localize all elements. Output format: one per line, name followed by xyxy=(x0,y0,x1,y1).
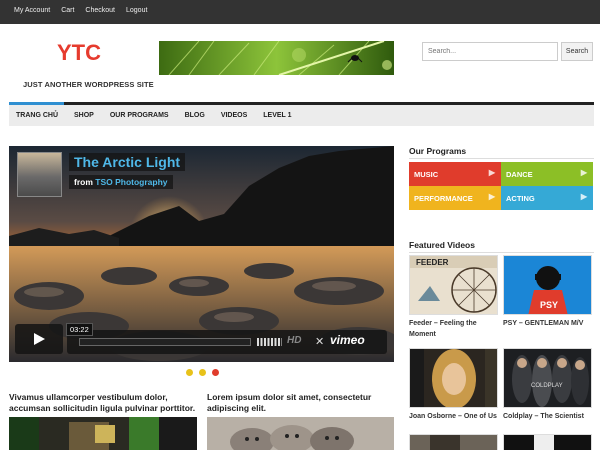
slider-dot[interactable] xyxy=(199,369,206,376)
featured-videos-heading: Featured Videos xyxy=(409,240,475,250)
video-thumbnail-coldplay[interactable]: COLDPLAY xyxy=(503,348,592,408)
video-caption[interactable]: PSY – GENTLEMAN M/V xyxy=(503,318,598,329)
chevron-right-icon: ▶ xyxy=(488,168,495,177)
post-image[interactable] xyxy=(9,417,197,450)
video-caption[interactable]: Feeder – Feeling the Moment xyxy=(409,318,504,340)
slider-dot-active[interactable] xyxy=(212,369,219,376)
slider-pagination xyxy=(186,369,219,376)
program-tile-music[interactable]: MUSIC ▶ xyxy=(409,162,501,186)
nav-item-our-programs[interactable]: OUR PROGRAMS xyxy=(102,112,177,119)
program-label: PERFORMANCE xyxy=(414,194,473,203)
video-progress-bar[interactable] xyxy=(79,338,251,346)
psy-thumbnail-text: PSY xyxy=(540,300,558,310)
programs-heading: Our Programs xyxy=(409,146,467,156)
featured-video-player[interactable]: The Arctic Light from TSO Photography 03… xyxy=(9,146,394,362)
search-input[interactable] xyxy=(422,42,558,61)
slider-dot[interactable] xyxy=(186,369,193,376)
video-thumbnail-joan-osborne[interactable] xyxy=(409,348,498,408)
main-navigation: TRANG CHỦ SHOP OUR PROGRAMS BLOG VIDEOS … xyxy=(9,105,594,126)
video-caption[interactable]: Coldplay – The Scientist xyxy=(503,411,598,422)
video-title[interactable]: The Arctic Light xyxy=(69,153,186,171)
header-banner-image[interactable] xyxy=(159,41,394,75)
play-button[interactable] xyxy=(15,324,63,354)
post-title[interactable]: Lorem ipsum dolor sit amet, consectetur … xyxy=(207,392,397,414)
checkout-link[interactable]: Checkout xyxy=(85,7,115,14)
cart-link[interactable]: Cart xyxy=(61,7,74,14)
programs-heading-divider xyxy=(409,158,594,159)
top-bar: My Account Cart Checkout Logout xyxy=(0,0,600,24)
program-tile-acting[interactable]: ACTING ▶ xyxy=(501,186,593,210)
site-tagline: JUST ANOTHER WORDPRESS SITE xyxy=(23,80,154,89)
video-byline: from TSO Photography xyxy=(69,175,173,189)
program-label: DANCE xyxy=(506,170,533,179)
chevron-right-icon: ▶ xyxy=(580,192,587,201)
vimeo-logo[interactable]: vimeo xyxy=(330,333,365,347)
video-thumbnail-feeder[interactable]: FEEDER xyxy=(409,255,498,315)
program-label: MUSIC xyxy=(414,170,439,179)
nav-item-level-1[interactable]: LEVEL 1 xyxy=(255,112,299,119)
post-title[interactable]: Vivamus ullamcorper vestibulum dolor, ac… xyxy=(9,392,199,414)
volume-icon[interactable] xyxy=(257,338,282,346)
video-time: 03:22 xyxy=(66,323,93,336)
video-thumbnail[interactable] xyxy=(503,434,592,450)
nav-item-shop[interactable]: SHOP xyxy=(66,112,102,119)
play-icon xyxy=(34,333,45,345)
nav-item-videos[interactable]: VIDEOS xyxy=(213,112,255,119)
chevron-right-icon: ▶ xyxy=(488,192,495,201)
fullscreen-icon[interactable]: ✕ xyxy=(315,335,324,348)
coldplay-thumbnail-text: COLDPLAY xyxy=(531,383,563,389)
program-tile-dance[interactable]: DANCE ▶ xyxy=(501,162,593,186)
video-author-link[interactable]: TSO Photography xyxy=(95,177,167,187)
hd-toggle[interactable]: HD xyxy=(287,335,301,346)
featured-videos-divider xyxy=(409,252,594,253)
video-byline-prefix: from xyxy=(74,177,93,187)
post-image[interactable] xyxy=(207,417,394,450)
account-links: My Account Cart Checkout Logout xyxy=(14,7,147,14)
video-thumbnail-psy[interactable]: PSY xyxy=(503,255,592,315)
nav-item-home[interactable]: TRANG CHỦ xyxy=(9,112,66,119)
my-account-link[interactable]: My Account xyxy=(14,7,50,14)
feeder-album-title: FEEDER xyxy=(416,258,449,267)
site-logo[interactable]: YTC xyxy=(57,40,101,66)
video-caption[interactable]: Joan Osborne – One of Us xyxy=(409,411,504,422)
search-button[interactable]: Search xyxy=(561,42,593,61)
nav-item-blog[interactable]: BLOG xyxy=(177,112,213,119)
video-thumbnail[interactable] xyxy=(409,434,498,450)
chevron-right-icon: ▶ xyxy=(580,168,587,177)
program-tile-performance[interactable]: PERFORMANCE ▶ xyxy=(409,186,501,210)
video-author-avatar[interactable] xyxy=(17,152,62,197)
program-label: ACTING xyxy=(506,194,535,203)
logout-link[interactable]: Logout xyxy=(126,7,147,14)
